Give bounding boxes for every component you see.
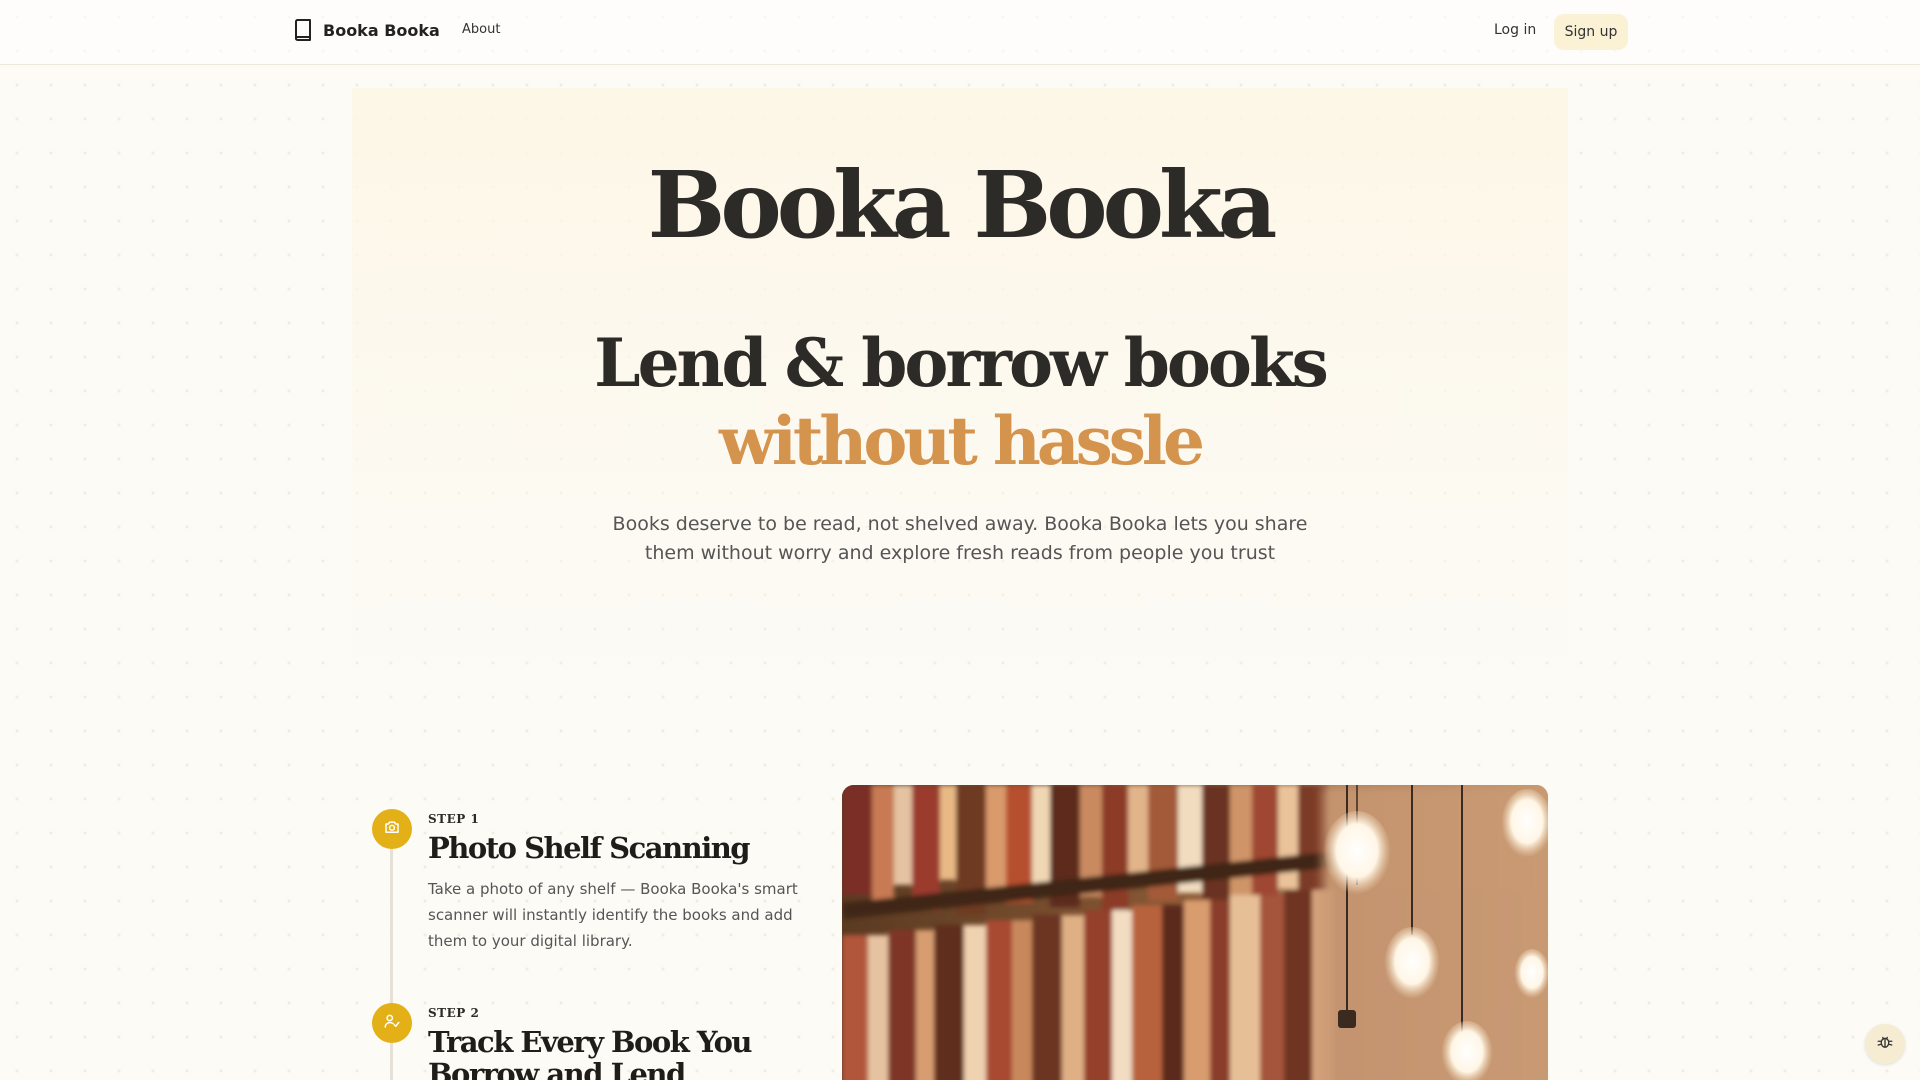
- signup-button[interactable]: Sign up: [1554, 14, 1628, 50]
- hero-headline-accent: without hassle: [719, 402, 1205, 480]
- hero-subtitle: Books deserve to be read, not shelved aw…: [612, 513, 1308, 564]
- top-navigation: Booka Booka About Log in Sign up: [0, 0, 1920, 65]
- debug-button[interactable]: [1865, 1024, 1905, 1064]
- bookshelf-photo: [842, 785, 1548, 1080]
- hero-headline: Lend & borrow books: [594, 324, 1329, 402]
- step-2-title: Track Every Book You Borrow and Lend: [428, 1025, 753, 1080]
- step-2-label: STEP 2: [428, 1006, 480, 1020]
- user-check-icon: [383, 1012, 401, 1034]
- hero-title: Booka Booka: [647, 151, 1278, 259]
- login-link[interactable]: Log in: [1494, 22, 1536, 38]
- brand-name: Booka Booka: [323, 20, 440, 40]
- step-1-title: Photo Shelf Scanning: [428, 831, 751, 865]
- step-2-dot: [372, 1003, 412, 1043]
- bug-icon: [1876, 1033, 1894, 1055]
- book-icon: [293, 18, 313, 42]
- step-1-label: STEP 1: [428, 812, 480, 826]
- nav-link-about[interactable]: About: [462, 22, 500, 37]
- step-1-description: Take a photo of any shelf — Booka Booka'…: [428, 880, 798, 950]
- steps-timeline-line: [390, 846, 393, 1080]
- camera-icon: [383, 818, 401, 840]
- step-1-dot: [372, 809, 412, 849]
- brand-link[interactable]: Booka Booka: [293, 18, 440, 42]
